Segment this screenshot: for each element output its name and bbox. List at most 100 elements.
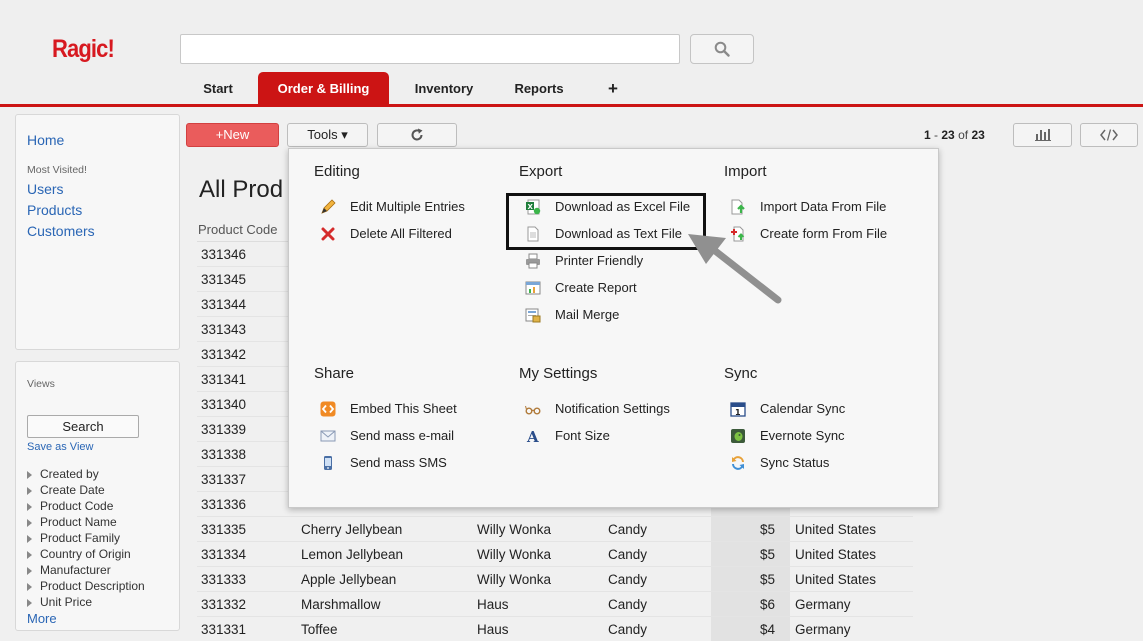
cell-family: Candy [608, 622, 648, 637]
page-title: All Prod [199, 176, 284, 203]
delete-x-icon [321, 227, 335, 241]
cell-country: United States [795, 522, 877, 537]
evernote-sync-item[interactable]: Evernote Sync [724, 426, 845, 446]
printer-icon [526, 253, 540, 269]
import-file-icon [731, 199, 745, 215]
embed-code-button[interactable] [1080, 123, 1138, 147]
sidebar-item-users[interactable]: Users [27, 181, 64, 197]
tools-button[interactable]: Tools ▾ [287, 123, 368, 147]
create-report-item[interactable]: Create Report [519, 278, 637, 298]
embed-sheet-item[interactable]: Embed This Sheet [314, 399, 457, 419]
cell-code: 331341 [201, 372, 247, 387]
code-icon [1100, 129, 1118, 141]
section-share-title: Share [314, 365, 355, 382]
cell-code: 331346 [201, 247, 247, 262]
cell-price: $4 [759, 622, 775, 637]
view-field[interactable]: Create Date [27, 483, 105, 497]
sidebar-item-customers[interactable]: Customers [27, 223, 95, 239]
table-row[interactable]: 331331 Toffee Haus Candy $4 Germany [197, 617, 913, 641]
report-icon [525, 281, 541, 295]
cell-code: 331339 [201, 422, 247, 437]
section-editing-title: Editing [314, 163, 360, 180]
view-field[interactable]: Product Code [27, 499, 113, 513]
pager-start: 1 [924, 128, 931, 142]
font-size-item[interactable]: A Font Size [519, 426, 610, 446]
tab-order-billing[interactable]: Order & Billing [258, 72, 389, 105]
bar-chart-icon [1034, 129, 1051, 141]
phone-icon [324, 456, 332, 470]
view-field[interactable]: Product Description [27, 579, 145, 593]
table-row[interactable]: 331335 Cherry Jellybean Willy Wonka Cand… [197, 517, 913, 542]
cell-country: Germany [795, 597, 851, 612]
notification-settings-item[interactable]: Notification Settings [519, 399, 670, 419]
cell-code: 331340 [201, 397, 247, 412]
pencil-icon [321, 199, 336, 214]
save-as-view-link[interactable]: Save as View [27, 441, 93, 453]
view-field[interactable]: Manufacturer [27, 563, 111, 577]
view-field[interactable]: Product Name [27, 515, 117, 529]
refresh-button[interactable] [377, 123, 457, 147]
create-form-icon [731, 226, 745, 242]
tab-inventory[interactable]: Inventory [404, 72, 484, 105]
pager-separator: - [934, 128, 939, 142]
search-icon [714, 41, 730, 57]
cell-maker: Willy Wonka [477, 522, 552, 537]
embed-icon [320, 401, 336, 417]
cell-family: Candy [608, 597, 648, 612]
sync-icon [732, 456, 744, 470]
views-search-button[interactable]: Search [27, 415, 139, 438]
sidebar-item-products[interactable]: Products [27, 202, 82, 218]
view-field[interactable]: Country of Origin [27, 547, 131, 561]
tab-start[interactable]: Start [187, 72, 249, 105]
section-export-title: Export [519, 163, 563, 180]
chart-view-button[interactable] [1013, 123, 1072, 147]
cell-price: $5 [759, 572, 775, 587]
delete-all-filtered-item[interactable]: Delete All Filtered [314, 224, 452, 244]
cell-country: United States [795, 572, 877, 587]
cell-name: Apple Jellybean [301, 572, 397, 587]
tools-dropdown-menu: Editing Edit Multiple Entries Delete All… [288, 148, 939, 508]
cell-country: Germany [795, 622, 851, 637]
more-fields-link[interactable]: More [27, 611, 57, 626]
send-mass-sms-item[interactable]: Send mass SMS [314, 453, 447, 473]
sidebar-item-home[interactable]: Home [27, 132, 64, 148]
calendar-sync-item[interactable]: 1 Calendar Sync [724, 399, 845, 419]
cell-code: 331343 [201, 322, 247, 337]
cell-maker: Willy Wonka [477, 572, 552, 587]
ragic-logo[interactable]: Ragic! [52, 35, 115, 64]
import-data-item[interactable]: Import Data From File [724, 197, 886, 217]
view-field[interactable]: Unit Price [27, 595, 92, 609]
column-header-product-code[interactable]: Product Code [197, 220, 291, 242]
global-search-input[interactable] [180, 34, 680, 64]
edit-multiple-entries-item[interactable]: Edit Multiple Entries [314, 197, 465, 217]
tab-reports[interactable]: Reports [504, 72, 574, 105]
cell-maker: Willy Wonka [477, 547, 552, 562]
pager-total: 23 [971, 128, 985, 142]
calendar-icon: 1 [730, 402, 746, 417]
glasses-icon [525, 405, 541, 415]
cell-price: $5 [759, 547, 775, 562]
printer-friendly-item[interactable]: Printer Friendly [519, 251, 643, 271]
pager-end: 23 [941, 128, 955, 142]
table-row[interactable]: 331333 Apple Jellybean Willy Wonka Candy… [197, 567, 913, 592]
table-row[interactable]: 331332 Marshmallow Haus Candy $6 Germany [197, 592, 913, 617]
new-entry-button[interactable]: +New [186, 123, 279, 147]
view-field[interactable]: Product Family [27, 531, 120, 545]
cell-code: 331338 [201, 447, 247, 462]
mail-merge-item[interactable]: Mail Merge [519, 305, 619, 325]
cell-code: 331342 [201, 347, 247, 362]
sync-status-item[interactable]: Sync Status [724, 453, 829, 473]
create-form-from-file-item[interactable]: Create form From File [724, 224, 887, 244]
cell-family: Candy [608, 572, 648, 587]
cell-family: Candy [608, 522, 648, 537]
evernote-icon [731, 429, 745, 443]
send-mass-email-item[interactable]: Send mass e-mail [314, 426, 454, 446]
search-button[interactable] [690, 34, 754, 64]
cell-name: Toffee [301, 622, 338, 637]
svg-text:A: A [526, 428, 539, 444]
view-field[interactable]: Created by [27, 467, 99, 481]
table-row[interactable]: 331334 Lemon Jellybean Willy Wonka Candy… [197, 542, 913, 567]
cell-code: 331337 [201, 472, 247, 487]
add-tab-button[interactable]: + [598, 72, 628, 105]
cell-maker: Haus [477, 597, 509, 612]
